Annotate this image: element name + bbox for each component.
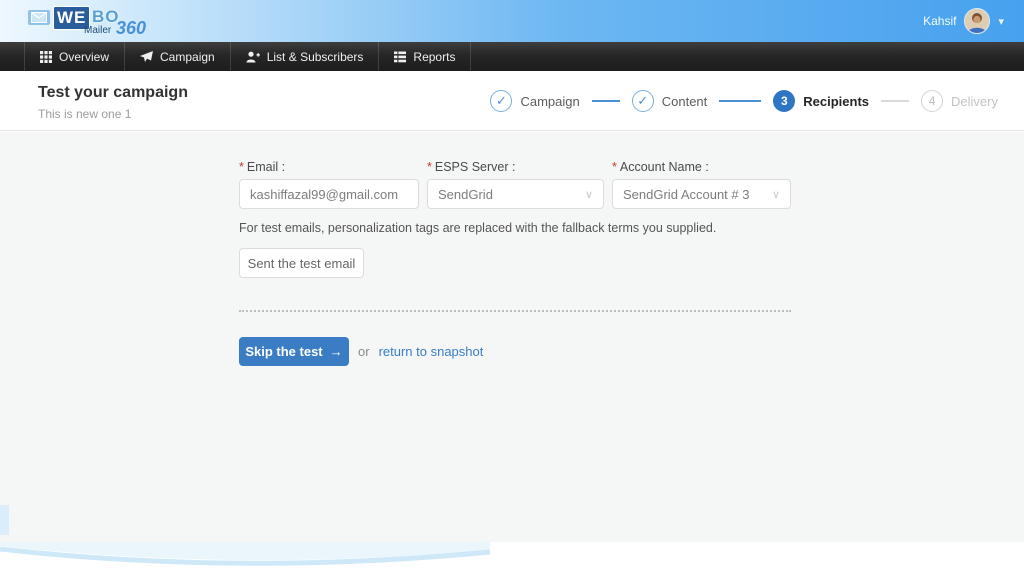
email-input[interactable] (239, 179, 419, 209)
paper-plane-icon (140, 51, 153, 63)
nav-label: List & Subscribers (267, 50, 364, 64)
wizard-stepper: ✓ Campaign ✓ Content 3 Recipients 4 Deli… (490, 71, 998, 131)
step-content[interactable]: ✓ Content (632, 90, 708, 112)
personalization-note: For test emails, personalization tags ar… (239, 221, 716, 235)
user-menu[interactable]: Kahsif ▾ (923, 0, 1004, 42)
email-label: *Email : (239, 160, 419, 174)
step-campaign[interactable]: ✓ Campaign (490, 90, 579, 112)
step-label: Recipients (803, 94, 869, 109)
check-icon: ✓ (490, 90, 512, 112)
webo-mailer-logo[interactable]: WE BO Mailer 360 (28, 4, 158, 40)
chevron-down-icon: ▾ (998, 15, 1004, 28)
or-label: or (358, 344, 370, 359)
chevron-down-icon: ∨ (585, 188, 593, 201)
arrow-right-icon: → (330, 344, 343, 359)
nav-item-list-subscribers[interactable]: List & Subscribers (231, 42, 380, 71)
check-icon: ✓ (632, 90, 654, 112)
selected-value: SendGrid Account # 3 (623, 187, 749, 202)
bottom-actions: Skip the test → or return to snapshot (239, 337, 483, 366)
email-field-group: *Email : (239, 160, 419, 209)
required-asterisk: * (427, 160, 432, 174)
dotted-divider (239, 310, 791, 312)
required-asterisk: * (612, 160, 617, 174)
step-label: Campaign (520, 94, 579, 109)
required-asterisk: * (239, 160, 244, 174)
nav-item-reports[interactable]: Reports (379, 42, 471, 71)
user-plus-icon (246, 51, 260, 63)
step-label: Content (662, 94, 708, 109)
main-nav: Overview Campaign List & Subscribers (0, 42, 1024, 71)
selected-value: SendGrid (438, 187, 493, 202)
username-label: Kahsif (923, 14, 956, 28)
account-label: *Account Name : (612, 160, 791, 174)
send-test-email-button[interactable]: Sent the test email (239, 248, 364, 278)
logo-text-360: 360 (116, 18, 146, 39)
nav-label: Campaign (160, 50, 215, 64)
nav-item-overview[interactable]: Overview (24, 42, 125, 71)
page-subtitle: This is new one 1 (38, 107, 131, 121)
step-connector (592, 100, 620, 102)
step-connector (719, 100, 761, 102)
step-number: 3 (773, 90, 795, 112)
esps-label: *ESPS Server : (427, 160, 604, 174)
return-to-snapshot-link[interactable]: return to snapshot (379, 344, 484, 359)
step-connector (881, 100, 909, 102)
step-delivery[interactable]: 4 Delivery (921, 90, 998, 112)
top-brand-bar: WE BO Mailer 360 Kahsif ▾ (0, 0, 1024, 42)
step-recipients[interactable]: 3 Recipients (773, 90, 869, 112)
table-icon (394, 51, 406, 63)
esps-field-group: *ESPS Server : SendGrid ∨ (427, 160, 604, 209)
skip-test-button[interactable]: Skip the test → (239, 337, 349, 366)
bottom-wave-decoration (0, 542, 1024, 568)
account-name-select[interactable]: SendGrid Account # 3 ∨ (612, 179, 791, 209)
page-title: Test your campaign (38, 84, 188, 102)
content-area: *Email : *ESPS Server : SendGrid ∨ *Acco… (0, 132, 1024, 542)
logo-text-mailer: Mailer (84, 25, 111, 36)
nav-label: Reports (413, 50, 455, 64)
skip-label: Skip the test (245, 344, 322, 359)
step-number: 4 (921, 90, 943, 112)
chevron-down-icon: ∨ (772, 188, 780, 201)
esps-server-select[interactable]: SendGrid ∨ (427, 179, 604, 209)
test-campaign-form: *Email : *ESPS Server : SendGrid ∨ *Acco… (239, 160, 791, 209)
left-edge-decoration (0, 505, 9, 535)
nav-label: Overview (59, 50, 109, 64)
nav-item-campaign[interactable]: Campaign (125, 42, 231, 71)
account-field-group: *Account Name : SendGrid Account # 3 ∨ (612, 160, 791, 209)
step-label: Delivery (951, 94, 998, 109)
grid-icon (40, 51, 52, 63)
app-window: WE BO Mailer 360 Kahsif ▾ (0, 0, 1024, 568)
page-header: Test your campaign This is new one 1 ✓ C… (0, 71, 1024, 131)
envelope-icon (28, 10, 50, 25)
user-avatar (964, 8, 990, 34)
